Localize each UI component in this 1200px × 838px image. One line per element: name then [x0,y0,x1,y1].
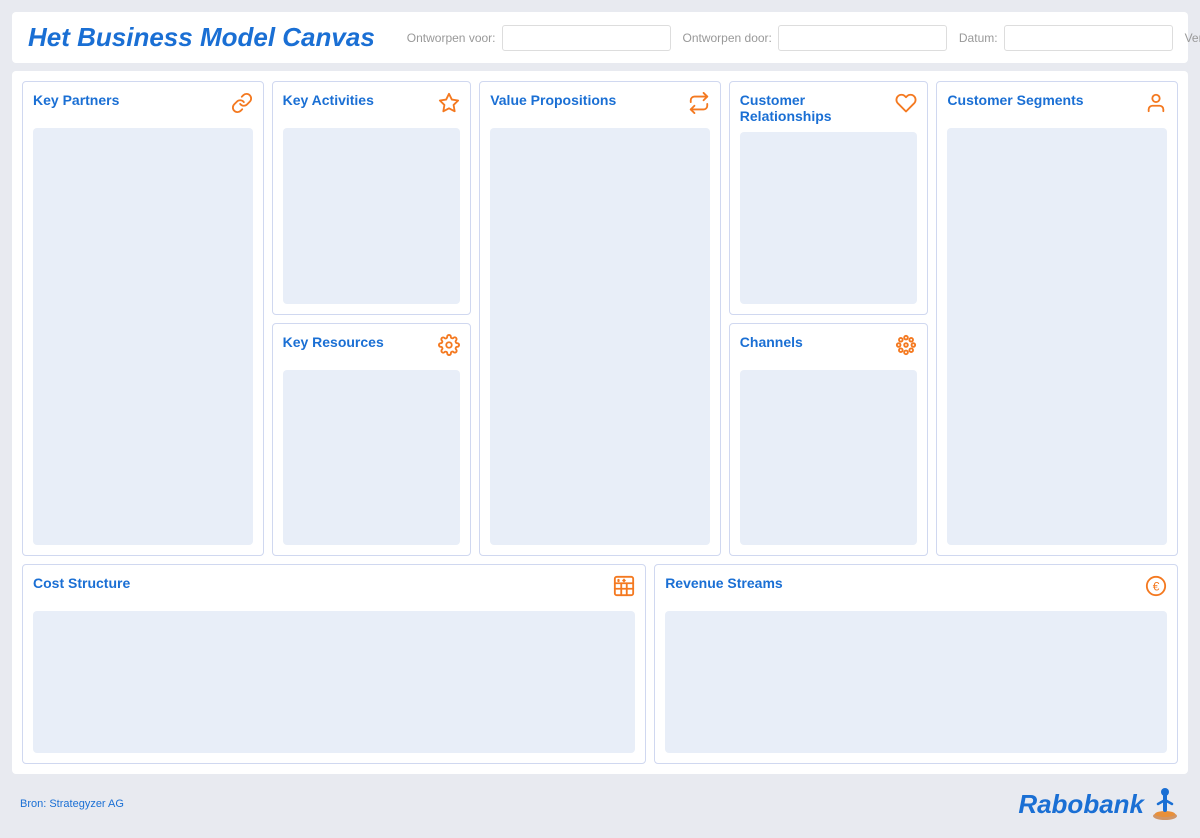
value-propositions-icon [688,92,710,120]
revenue-streams-icon: € [1145,575,1167,603]
value-propositions-content [490,128,710,545]
key-activities-content [283,128,461,304]
customer-relationships-content [740,132,918,304]
cell-key-partners: Key Partners [22,81,264,556]
datum-label: Datum: [959,31,998,45]
header: Het Business Model Canvas Ontworpen voor… [12,12,1188,63]
key-activities-icon [438,92,460,120]
versie-field: Versie: [1185,25,1200,51]
cell-key-partners-header: Key Partners [33,92,253,120]
cell-key-resources-header: Key Resources [283,334,461,362]
ontworpen-door-label: Ontworpen door: [683,31,772,45]
customer-segments-icon [1145,92,1167,120]
key-resources-title: Key Resources [283,334,384,350]
customer-segments-content [947,128,1167,545]
key-partners-title: Key Partners [33,92,119,108]
col-customer-relationships: Customer Relationships Channels [729,81,929,556]
col-key-activities: Key Activities Key Resources [272,81,472,556]
cell-channels-header: Channels [740,334,918,362]
customer-relationships-icon [895,92,917,120]
cell-value-propositions-header: Value Propositions [490,92,710,120]
ontworpen-door-input[interactable] [778,25,947,51]
channels-content [740,370,918,546]
key-resources-content [283,370,461,546]
cell-key-resources: Key Resources [272,323,472,557]
cell-customer-segments-header: Customer Segments [947,92,1167,120]
revenue-streams-title: Revenue Streams [665,575,783,591]
footer: Bron: Strategyzer AG Rabobank [12,782,1188,826]
customer-relationships-title: Customer Relationships [740,92,896,124]
cell-value-propositions: Value Propositions [479,81,721,556]
key-partners-icon [231,92,253,120]
value-propositions-title: Value Propositions [490,92,616,108]
channels-title: Channels [740,334,803,350]
cell-key-activities: Key Activities [272,81,472,315]
cell-customer-relationships-header: Customer Relationships [740,92,918,124]
canvas: Key Partners Key Activities [12,71,1188,774]
canvas-top: Key Partners Key Activities [22,81,1178,556]
cost-structure-icon [613,575,635,603]
page: Het Business Model Canvas Ontworpen voor… [0,0,1200,838]
cost-structure-content [33,611,635,753]
versie-label: Versie: [1185,31,1200,45]
cell-cost-structure: Cost Structure [22,564,646,764]
key-resources-icon [438,334,460,362]
footer-source: Bron: Strategyzer AG [20,798,124,810]
key-partners-content [33,128,253,545]
cell-revenue-streams-header: Revenue Streams € [665,575,1167,603]
canvas-bottom: Cost Structure [22,564,1178,764]
cell-customer-relationships: Customer Relationships [729,81,929,315]
ontworpen-door-field: Ontworpen door: [683,25,947,51]
revenue-streams-content [665,611,1167,753]
ontworpen-voor-label: Ontworpen voor: [407,31,496,45]
cell-key-activities-header: Key Activities [283,92,461,120]
page-title: Het Business Model Canvas [28,22,375,53]
footer-logo-text: Rabobank [1018,789,1144,820]
cell-customer-segments: Customer Segments [936,81,1178,556]
key-activities-title: Key Activities [283,92,374,108]
cell-cost-structure-header: Cost Structure [33,575,635,603]
datum-input[interactable] [1004,25,1173,51]
footer-logo: Rabobank [1018,786,1180,822]
datum-field: Datum: [959,25,1173,51]
ontworpen-voor-field: Ontworpen voor: [407,25,671,51]
customer-segments-title: Customer Segments [947,92,1083,108]
svg-text:€: € [1153,580,1160,594]
ontworpen-voor-input[interactable] [502,25,671,51]
cell-revenue-streams: Revenue Streams € [654,564,1178,764]
cell-channels: Channels [729,323,929,557]
channels-icon [895,334,917,362]
cost-structure-title: Cost Structure [33,575,130,591]
rabobank-logo-icon [1150,786,1180,822]
